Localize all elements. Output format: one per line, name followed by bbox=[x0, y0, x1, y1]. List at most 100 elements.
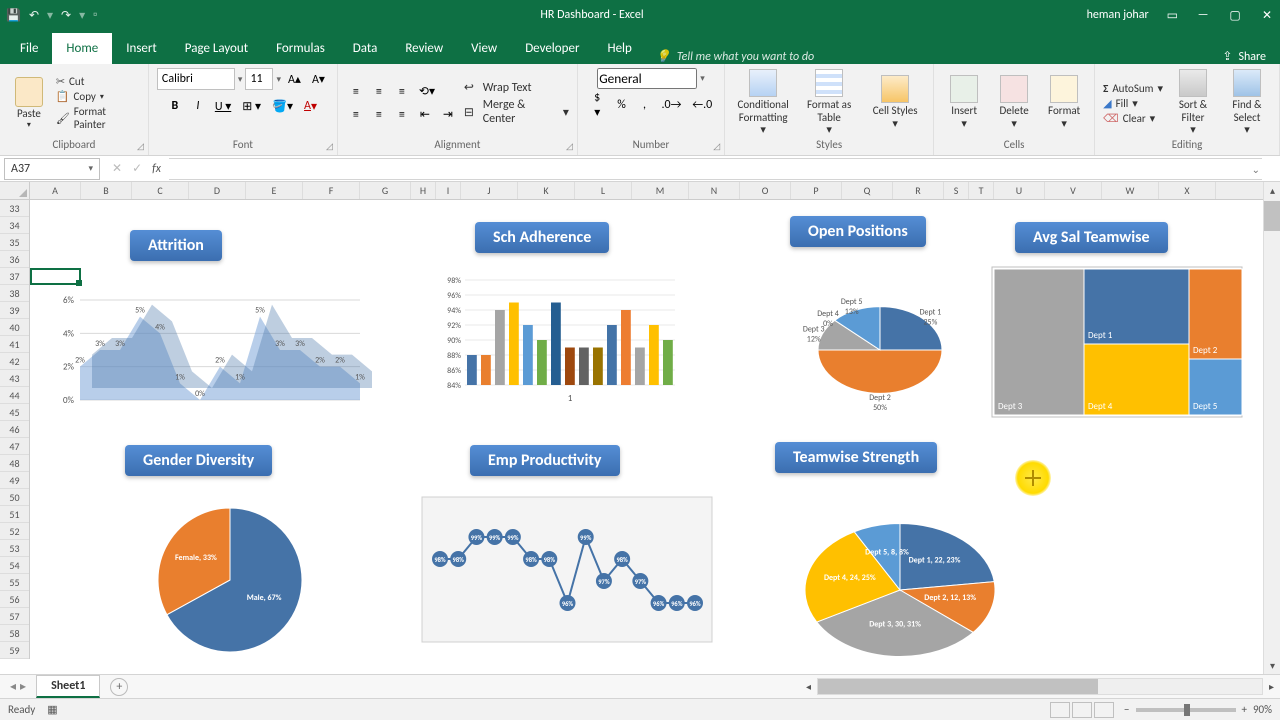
fill-color-button[interactable]: 🪣▾ bbox=[268, 96, 297, 116]
format-as-table-button[interactable]: Format as Table▾ bbox=[799, 69, 859, 137]
tab-view[interactable]: View bbox=[457, 33, 511, 64]
tab-help[interactable]: Help bbox=[593, 33, 645, 64]
vscroll-thumb[interactable] bbox=[1264, 201, 1280, 231]
orientation-button[interactable]: ⟲▾ bbox=[415, 82, 439, 102]
prev-sheet-icon[interactable]: ◂ bbox=[10, 679, 16, 694]
percent-button[interactable]: % bbox=[612, 95, 632, 115]
underline-button[interactable]: U ▾ bbox=[211, 96, 235, 116]
zoom-level[interactable]: 90% bbox=[1253, 703, 1272, 716]
share-button[interactable]: ⇪ Share bbox=[1222, 49, 1266, 64]
italic-button[interactable]: I bbox=[188, 96, 208, 116]
align-right-button[interactable]: ≡ bbox=[392, 105, 412, 125]
cut-button[interactable]: Cut bbox=[56, 75, 140, 88]
vertical-scrollbar[interactable]: ▴ ▾ bbox=[1263, 182, 1280, 674]
row-headers[interactable]: 3334353637383940414243444546474849505152… bbox=[0, 200, 30, 659]
align-top-button[interactable]: ≡ bbox=[346, 82, 366, 102]
chart-gender[interactable]: Male, 67%Female, 33% bbox=[120, 490, 330, 660]
font-color-button[interactable]: A▾ bbox=[300, 96, 321, 116]
chart-attrition[interactable]: 0%2%4%6%2%3%3%5%4%1%0%2%1%5%3%3%2%2%1% bbox=[40, 270, 390, 420]
find-select-button[interactable]: Find & Select▾ bbox=[1223, 69, 1271, 137]
scroll-left-icon[interactable]: ◂ bbox=[800, 678, 817, 695]
name-box[interactable]: A37▾ bbox=[4, 158, 100, 180]
clear-button[interactable]: Clear ▾ bbox=[1103, 112, 1163, 125]
alignment-dialog-launcher[interactable]: ◿ bbox=[566, 141, 573, 152]
title-open[interactable]: Open Positions bbox=[790, 216, 926, 247]
minimize-button[interactable]: — bbox=[1196, 8, 1210, 22]
title-team[interactable]: Teamwise Strength bbox=[775, 442, 937, 473]
add-sheet-button[interactable]: + bbox=[110, 678, 128, 696]
decrease-indent-button[interactable]: ⇤ bbox=[415, 105, 435, 125]
font-dialog-launcher[interactable]: ◿ bbox=[326, 141, 333, 152]
tell-me[interactable]: 💡 Tell me what you want to do bbox=[656, 49, 814, 64]
tab-developer[interactable]: Developer bbox=[511, 33, 593, 64]
next-sheet-icon[interactable]: ▸ bbox=[20, 679, 26, 694]
fill-button[interactable]: Fill ▾ bbox=[1103, 97, 1163, 110]
macro-record-icon[interactable]: ▦ bbox=[47, 703, 57, 716]
hscroll-thumb[interactable] bbox=[818, 679, 1098, 694]
redo-icon[interactable]: ↷ bbox=[61, 8, 71, 23]
zoom-in-icon[interactable]: + bbox=[1242, 703, 1247, 716]
number-format-select[interactable] bbox=[597, 68, 697, 89]
chart-team[interactable]: Dept 1, 22, 23%Dept 2, 12, 13%Dept 3, 30… bbox=[770, 485, 1030, 674]
scroll-down-icon[interactable]: ▾ bbox=[1264, 657, 1280, 674]
tab-formulas[interactable]: Formulas bbox=[262, 33, 339, 64]
align-center-button[interactable]: ≡ bbox=[369, 105, 389, 125]
align-bottom-button[interactable]: ≡ bbox=[392, 82, 412, 102]
sheet-tab-sheet1[interactable]: Sheet1 bbox=[36, 675, 100, 698]
chart-open[interactable]: Dept 125%Dept 250%Dept 312%Dept 40%Dept … bbox=[770, 250, 980, 430]
format-cells-button[interactable]: Format▾ bbox=[1042, 75, 1086, 130]
chart-emp[interactable]: 98%98%99%99%99%98%98%96%99%97%98%97%96%9… bbox=[420, 495, 715, 645]
normal-view-button[interactable] bbox=[1050, 702, 1070, 718]
merge-center-button[interactable]: ⊟ Merge & Center ▾ bbox=[464, 98, 569, 126]
formula-input[interactable]: ⌄ bbox=[169, 158, 1262, 180]
title-attrition[interactable]: Attrition bbox=[130, 230, 222, 261]
tab-file[interactable]: File bbox=[6, 33, 52, 64]
ribbon-options-icon[interactable]: ▭ bbox=[1167, 8, 1178, 23]
increase-decimal-button[interactable]: .0→ bbox=[658, 95, 686, 115]
page-layout-view-button[interactable] bbox=[1072, 702, 1092, 718]
tab-review[interactable]: Review bbox=[391, 33, 457, 64]
copy-button[interactable]: Copy ▾ bbox=[56, 90, 140, 103]
clipboard-dialog-launcher[interactable]: ◿ bbox=[137, 141, 144, 152]
title-avgsal[interactable]: Avg Sal Teamwise bbox=[1015, 222, 1168, 253]
align-left-button[interactable]: ≡ bbox=[346, 105, 366, 125]
confirm-entry-icon[interactable]: ✓ bbox=[132, 161, 142, 176]
worksheet[interactable]: Attrition Sch Adherence Open Positions A… bbox=[30, 200, 1263, 674]
chart-sch[interactable]: 84%86%88%90%92%94%96%98%1 bbox=[425, 265, 695, 415]
autosum-button[interactable]: AutoSum ▾ bbox=[1103, 82, 1163, 95]
column-headers[interactable]: ABCDEFGHIJKLMNOPQRSTUVWX bbox=[30, 182, 1263, 200]
font-size-input[interactable] bbox=[245, 68, 273, 90]
number-dialog-launcher[interactable]: ◿ bbox=[713, 141, 720, 152]
zoom-out-icon[interactable]: − bbox=[1124, 703, 1129, 716]
delete-cells-button[interactable]: Delete▾ bbox=[992, 75, 1036, 130]
cell-styles-button[interactable]: Cell Styles▾ bbox=[865, 75, 925, 130]
bold-button[interactable]: B bbox=[165, 96, 185, 116]
title-emp[interactable]: Emp Productivity bbox=[470, 445, 620, 476]
font-name-input[interactable] bbox=[157, 68, 235, 90]
border-button[interactable]: ⊞ ▾ bbox=[238, 96, 265, 116]
paste-button[interactable]: Paste▾ bbox=[8, 77, 50, 130]
increase-indent-button[interactable]: ⇥ bbox=[438, 105, 458, 125]
expand-formula-icon[interactable]: ⌄ bbox=[1252, 163, 1260, 176]
title-gender[interactable]: Gender Diversity bbox=[125, 445, 272, 476]
horizontal-scrollbar[interactable]: ◂ ▸ bbox=[800, 678, 1280, 695]
tab-pagelayout[interactable]: Page Layout bbox=[171, 33, 262, 64]
align-middle-button[interactable]: ≡ bbox=[369, 82, 389, 102]
comma-button[interactable]: , bbox=[635, 95, 655, 115]
close-button[interactable]: ✕ bbox=[1260, 8, 1274, 23]
insert-cells-button[interactable]: Insert▾ bbox=[942, 75, 986, 130]
title-sch[interactable]: Sch Adherence bbox=[475, 222, 609, 253]
wrap-text-button[interactable]: ↩ Wrap Text bbox=[464, 80, 569, 95]
decrease-decimal-button[interactable]: ←.0 bbox=[688, 95, 716, 115]
tab-insert[interactable]: Insert bbox=[112, 33, 171, 64]
save-icon[interactable]: 💾 bbox=[6, 8, 21, 23]
page-break-view-button[interactable] bbox=[1094, 702, 1114, 718]
cancel-entry-icon[interactable]: ✕ bbox=[112, 161, 122, 176]
zoom-slider[interactable] bbox=[1136, 708, 1236, 712]
maximize-button[interactable]: ▢ bbox=[1228, 8, 1242, 23]
format-painter-button[interactable]: Format Painter bbox=[56, 105, 140, 131]
conditional-formatting-button[interactable]: Conditional Formatting▾ bbox=[733, 69, 793, 137]
increase-font-button[interactable]: A▴ bbox=[284, 69, 305, 89]
zoom-control[interactable]: − + 90% bbox=[1124, 703, 1272, 716]
chart-avgsal[interactable]: Dept 3Dept 1Dept 2Dept 4Dept 5 bbox=[990, 265, 1245, 425]
